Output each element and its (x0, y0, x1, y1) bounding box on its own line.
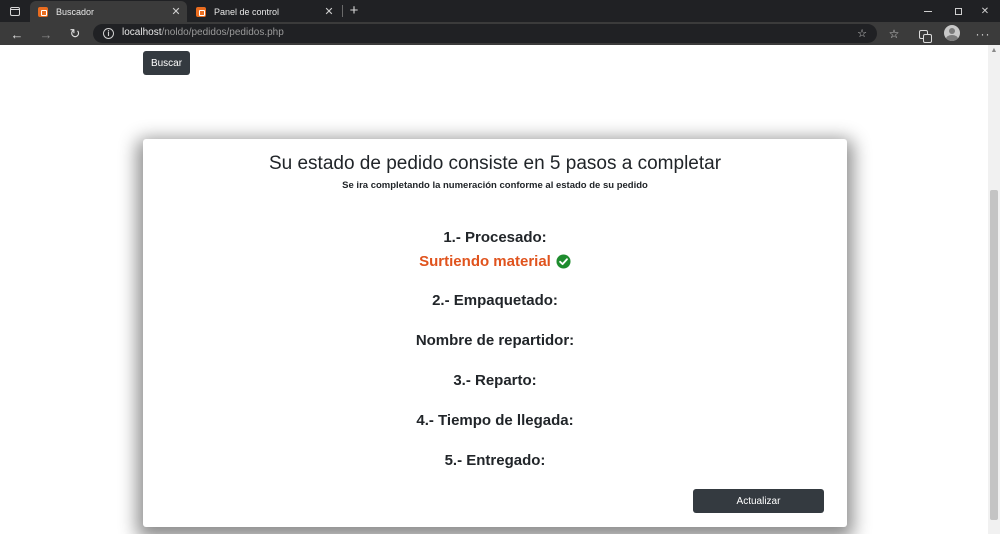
new-tab-icon[interactable]: + (346, 2, 362, 20)
scroll-up-icon[interactable]: ▲ (988, 45, 1000, 57)
add-favorite-icon[interactable]: ☆ (855, 27, 869, 41)
close-tab-icon[interactable]: ✕ (169, 5, 183, 19)
tab-buscador[interactable]: Buscador ✕ (30, 1, 187, 22)
url-host: localhost (122, 27, 162, 38)
info-icon[interactable]: i (103, 28, 114, 39)
page-scrollbar[interactable]: ▲ (988, 45, 1000, 534)
step-processed-status: Surtiendo material (143, 253, 847, 270)
browser-toolbar: ← → ↻ i localhost/noldo/pedidos/pedidos.… (0, 22, 1000, 45)
forward-arrow-icon[interactable]: → (37, 25, 55, 43)
step-delivery-label: 3.- Reparto: (453, 372, 537, 389)
tab-separator (342, 5, 343, 17)
reload-icon[interactable]: ↻ (66, 25, 84, 43)
tab-label: Panel de control (214, 6, 280, 17)
tab-panel-de-control[interactable]: Panel de control ✕ (188, 1, 340, 22)
update-button[interactable]: Actualizar (693, 489, 824, 513)
url-text[interactable]: localhost/noldo/pedidos/pedidos.php (122, 27, 284, 38)
tab-label: Buscador (56, 6, 95, 17)
tab-actions-icon[interactable] (4, 2, 26, 20)
card-title: Su estado de pedido consiste en 5 pasos … (268, 153, 722, 174)
close-tab-icon[interactable]: ✕ (322, 5, 336, 19)
order-status-card: Su estado de pedido consiste en 5 pasos … (143, 139, 847, 527)
xampp-favicon-icon (196, 6, 206, 17)
step-arrival-time-label: 4.- Tiempo de llegada: (416, 412, 574, 429)
scroll-thumb[interactable] (990, 190, 998, 520)
favorites-icon[interactable]: ☆ (885, 25, 903, 43)
status-text: Surtiendo material (419, 253, 551, 270)
step-delivered-label: 5.- Entregado: (444, 452, 546, 469)
search-button[interactable]: Buscar (143, 51, 190, 75)
back-arrow-icon[interactable]: ← (8, 25, 26, 43)
xampp-favicon-icon (38, 6, 48, 17)
courier-name-label: Nombre de repartidor: (415, 332, 575, 349)
step-packaged-label: 2.- Empaquetado: (432, 292, 558, 309)
check-circle-icon (556, 254, 571, 269)
collections-icon[interactable] (914, 25, 932, 43)
browser-tab-bar: Buscador ✕ Panel de control ✕ + ✕ (0, 0, 1000, 22)
step-processed-label: 1.- Procesado: (443, 229, 547, 246)
close-window-icon[interactable]: ✕ (967, 0, 1000, 22)
url-path: /noldo/pedidos/pedidos.php (161, 27, 284, 38)
more-menu-icon[interactable]: ··· (974, 25, 992, 43)
card-subtitle: Se ira completando la numeración conform… (342, 180, 648, 191)
address-bar[interactable]: i localhost/noldo/pedidos/pedidos.php ☆ (93, 24, 877, 43)
profile-avatar[interactable] (944, 25, 960, 41)
